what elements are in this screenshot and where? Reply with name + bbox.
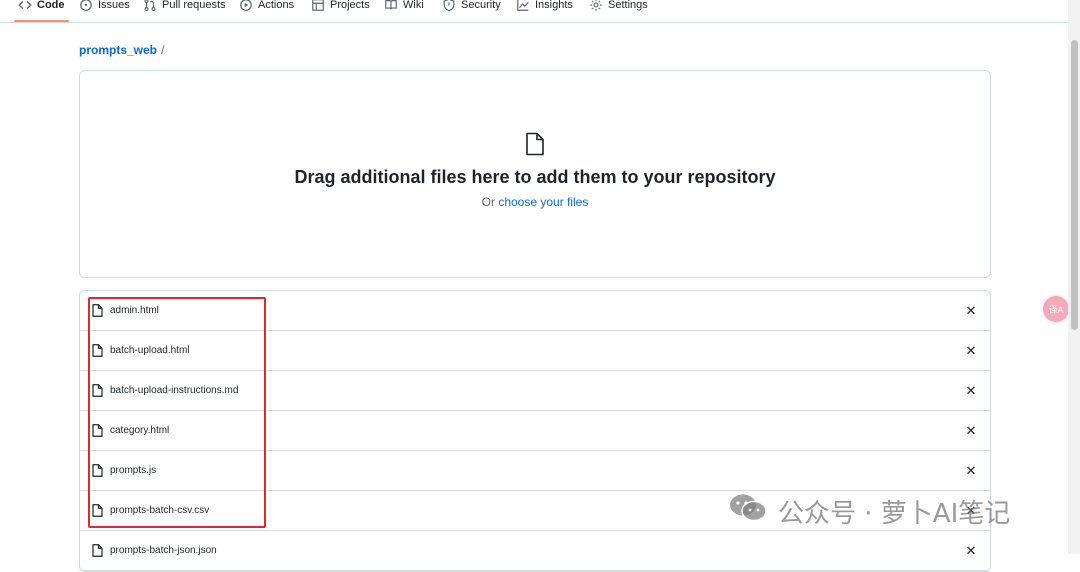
file-icon bbox=[92, 304, 103, 322]
pull-request-icon bbox=[143, 0, 157, 12]
or-text: Or bbox=[481, 195, 495, 209]
file-name: prompts.js bbox=[110, 465, 157, 476]
remove-file-button[interactable]: ✕ bbox=[964, 303, 978, 318]
shield-icon bbox=[442, 0, 456, 12]
translate-icon[interactable]: 译A bbox=[1043, 296, 1069, 322]
list-item: admin.html ✕ bbox=[80, 291, 990, 331]
remove-file-button[interactable]: ✕ bbox=[964, 463, 978, 478]
list-item: batch-upload-instructions.md ✕ bbox=[80, 371, 990, 411]
drop-title: Drag additional files here to add them t… bbox=[294, 167, 776, 187]
scrollbar-thumb[interactable] bbox=[1071, 40, 1078, 330]
tab-label: Settings bbox=[608, 0, 648, 11]
tab-label: Issues bbox=[98, 0, 130, 11]
breadcrumb: prompts_web / bbox=[79, 43, 164, 57]
tab-label: Pull requests bbox=[162, 0, 226, 11]
remove-file-button[interactable]: ✕ bbox=[964, 423, 978, 438]
file-icon bbox=[92, 504, 103, 522]
tab-code[interactable]: Code bbox=[14, 0, 68, 22]
wechat-logo-icon bbox=[728, 492, 768, 531]
file-icon bbox=[92, 344, 103, 362]
tab-actions[interactable]: Actions bbox=[239, 0, 294, 14]
code-icon bbox=[18, 0, 32, 12]
choose-files-link[interactable]: choose your files bbox=[498, 195, 588, 209]
file-name: prompts-batch-csv.csv bbox=[110, 505, 210, 516]
file-icon bbox=[525, 132, 545, 161]
remove-file-button[interactable]: ✕ bbox=[964, 383, 978, 398]
tab-label: Wiki bbox=[403, 0, 424, 11]
tab-label: Actions bbox=[258, 0, 295, 11]
tab-settings[interactable]: Settings bbox=[589, 0, 648, 14]
list-item: prompts-batch-json.json ✕ bbox=[80, 531, 990, 571]
scrollbar[interactable] bbox=[1068, 0, 1080, 554]
repo-link[interactable]: prompts_web bbox=[79, 43, 157, 57]
file-drop-zone[interactable]: Drag additional files here to add them t… bbox=[79, 70, 991, 278]
list-item: prompts.js ✕ bbox=[80, 451, 990, 491]
file-name: prompts-batch-json.json bbox=[110, 545, 217, 556]
watermark: 公众号 · 萝卜AI笔记 bbox=[728, 492, 1010, 531]
tab-label: Projects bbox=[330, 0, 370, 11]
file-icon bbox=[92, 424, 103, 442]
tab-label: Insights bbox=[535, 0, 573, 11]
file-icon bbox=[92, 384, 103, 402]
table-icon bbox=[311, 0, 325, 12]
play-icon bbox=[239, 0, 253, 12]
file-name: admin.html bbox=[110, 305, 159, 316]
breadcrumb-separator: / bbox=[161, 43, 165, 57]
file-name: category.html bbox=[110, 425, 170, 436]
graph-icon bbox=[516, 0, 530, 12]
file-name: batch-upload.html bbox=[110, 345, 190, 356]
file-icon bbox=[92, 464, 103, 482]
issue-icon bbox=[79, 0, 93, 12]
tab-label: Security bbox=[461, 0, 501, 11]
gear-icon bbox=[589, 0, 603, 12]
list-item: batch-upload.html ✕ bbox=[80, 331, 990, 371]
tab-issues[interactable]: Issues bbox=[79, 0, 130, 14]
watermark-text: 公众号 · 萝卜AI笔记 bbox=[778, 499, 1011, 529]
tab-pull-requests[interactable]: Pull requests bbox=[143, 0, 226, 14]
remove-file-button[interactable]: ✕ bbox=[964, 543, 978, 558]
file-name: batch-upload-instructions.md bbox=[110, 385, 239, 396]
tab-insights[interactable]: Insights bbox=[516, 0, 573, 14]
tab-label: Code bbox=[37, 0, 65, 11]
tab-security[interactable]: Security bbox=[442, 0, 501, 14]
list-item: category.html ✕ bbox=[80, 411, 990, 451]
drop-subtitle: Or choose your files bbox=[80, 195, 990, 209]
repo-nav: Code Issues Pull requests Actions Projec… bbox=[0, 0, 1068, 23]
tab-wiki[interactable]: Wiki bbox=[384, 0, 424, 14]
file-icon bbox=[92, 544, 103, 562]
book-icon bbox=[384, 0, 398, 12]
tab-projects[interactable]: Projects bbox=[311, 0, 370, 14]
remove-file-button[interactable]: ✕ bbox=[964, 343, 978, 358]
